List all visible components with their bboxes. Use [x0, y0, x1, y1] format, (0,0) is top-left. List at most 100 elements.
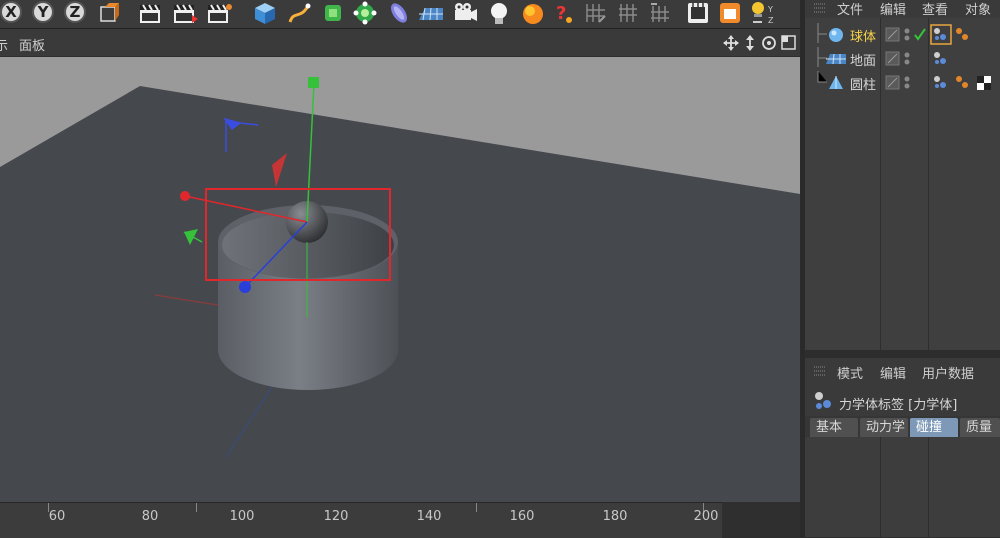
ruler-tick-label: 180	[602, 509, 628, 524]
object-row-cylinder[interactable]: 圆柱	[805, 71, 1000, 95]
y-axis-lock-button[interactable]: Y	[32, 1, 54, 23]
move-view-icon[interactable]	[723, 35, 739, 51]
y-axis-handle-tip[interactable]	[308, 77, 319, 88]
snap-button[interactable]	[582, 0, 610, 26]
film-icon	[688, 3, 708, 23]
ruler-tick-label: 60	[48, 509, 66, 524]
object-menu-file[interactable]: 文件	[837, 0, 863, 18]
timeline-ruler[interactable]: 60 80 100 120 140 160 180 200	[0, 502, 722, 538]
coordinate-system-button[interactable]	[96, 0, 122, 26]
object-menu-edit[interactable]: 编辑	[880, 0, 906, 18]
attribute-menu-edit[interactable]: 编辑	[880, 363, 906, 382]
x-axis-handle-tip[interactable]	[180, 191, 190, 201]
object-manager-list[interactable]: 球体 地面 圆柱	[805, 18, 1000, 350]
z-axis-handle-tip[interactable]	[239, 281, 251, 293]
material-tag-icon	[956, 28, 962, 34]
clapperboard-gear-icon	[208, 4, 232, 23]
grip-icon[interactable]	[813, 365, 827, 377]
light-bulb-icon	[491, 3, 507, 24]
clapperboard-play-icon	[174, 4, 198, 23]
cube-icon	[255, 3, 275, 24]
ruler-tick-label: 120	[323, 509, 349, 524]
object-menu-objects[interactable]: 对象	[965, 0, 991, 18]
object-name-floor[interactable]: 地面	[850, 50, 876, 69]
tab-basic[interactable]: 基本	[810, 418, 858, 437]
bend-deformer-icon	[391, 3, 407, 23]
main-toolbar: X Y Z ? Y Z	[0, 0, 805, 29]
visibility-toggles[interactable]	[885, 26, 927, 44]
viewport-menu-display[interactable]: 示	[0, 35, 8, 54]
object-name-cylinder[interactable]: 圆柱	[850, 74, 876, 93]
sky-sun-icon	[523, 4, 543, 24]
column-divider	[928, 437, 929, 537]
render-settings-button[interactable]	[204, 0, 234, 26]
panel-splitter-horizontal[interactable]	[805, 350, 1000, 358]
subdivision-cube-icon	[325, 5, 341, 21]
object-row-sphere[interactable]: 球体	[805, 23, 1000, 47]
help-button[interactable]: ?	[550, 0, 578, 26]
attribute-menu-mode[interactable]: 模式	[837, 363, 863, 382]
grip-icon[interactable]	[813, 2, 827, 14]
workplane-button[interactable]	[614, 0, 642, 26]
object-row-floor[interactable]: 地面	[805, 47, 1000, 71]
script-button[interactable]: YZ	[748, 0, 778, 26]
layout-button[interactable]	[716, 0, 744, 26]
zoom-view-icon[interactable]	[746, 35, 754, 51]
visibility-toggles[interactable]	[885, 50, 927, 68]
viewport-navigation-icons	[723, 35, 796, 51]
snap-grid-icon	[586, 4, 606, 23]
add-camera-button[interactable]	[450, 0, 480, 26]
world-coordinates-icon	[100, 3, 119, 22]
add-generator-button[interactable]	[318, 0, 348, 26]
add-environment-button[interactable]	[518, 0, 548, 26]
pen-spline-icon	[288, 3, 311, 23]
object-menu-view[interactable]: 查看	[922, 0, 948, 18]
clapperboard-icon	[140, 4, 160, 23]
ruler-tick-label: 80	[141, 509, 159, 524]
viewport-scene[interactable]	[0, 57, 800, 502]
material-tag-icon	[956, 76, 962, 82]
viewport-menubar: 示 面板	[0, 29, 805, 56]
axis-grid-icon	[651, 3, 669, 22]
z-axis-lock-button[interactable]: Z	[64, 1, 86, 23]
object-manager-menubar: 文件 编辑 查看 对象	[805, 0, 1000, 18]
add-deformer-button[interactable]	[384, 0, 414, 26]
workplane-grid-icon	[619, 4, 637, 22]
render-to-picture-viewer-button[interactable]	[170, 0, 200, 26]
rotate-view-icon[interactable]	[762, 36, 776, 50]
add-spline-button[interactable]	[284, 0, 314, 26]
render-view-button[interactable]	[136, 0, 166, 26]
perspective-viewport[interactable]	[0, 57, 800, 502]
object-tags[interactable]	[929, 72, 999, 94]
attribute-menu-user-data[interactable]: 用户数据	[922, 363, 974, 382]
cylinder-icon	[829, 76, 843, 89]
sphere-icon	[829, 28, 843, 42]
attribute-panel-body	[805, 437, 1000, 537]
x-axis-lock-button[interactable]: X	[0, 1, 22, 23]
object-name-sphere[interactable]: 球体	[850, 26, 876, 45]
visibility-toggles[interactable]	[885, 74, 927, 92]
attribute-manager-title: 力学体标签 [力学体]	[805, 384, 1000, 416]
add-light-button[interactable]	[484, 0, 514, 26]
selected-tag-frame	[930, 24, 952, 45]
add-array-button[interactable]	[350, 0, 380, 26]
tab-mass[interactable]: 质量	[960, 418, 1000, 437]
enabled-check-icon	[914, 28, 926, 41]
tab-collision[interactable]: 碰撞	[910, 418, 958, 437]
ruler-tick-label: 100	[229, 509, 255, 524]
ruler-tick-label: 140	[416, 509, 442, 524]
add-cube-button[interactable]	[250, 0, 280, 26]
floor-grid-icon	[419, 7, 443, 21]
checker-texture-tag-icon	[977, 76, 991, 90]
maximize-view-icon[interactable]	[781, 35, 796, 50]
object-tags[interactable]	[929, 48, 975, 70]
axis-snap-button[interactable]	[646, 0, 674, 26]
collider-tag-icon	[934, 52, 940, 58]
viewport-menu-panel[interactable]: 面板	[19, 35, 45, 54]
object-tags[interactable]	[929, 24, 975, 46]
add-floor-button[interactable]	[416, 0, 446, 26]
timeline-button[interactable]	[684, 0, 712, 26]
rigid-body-tag-icon	[815, 392, 831, 409]
tab-dynamics[interactable]: 动力学	[860, 418, 908, 437]
attribute-tabs: 基本 动力学 碰撞 质量	[805, 416, 1000, 437]
